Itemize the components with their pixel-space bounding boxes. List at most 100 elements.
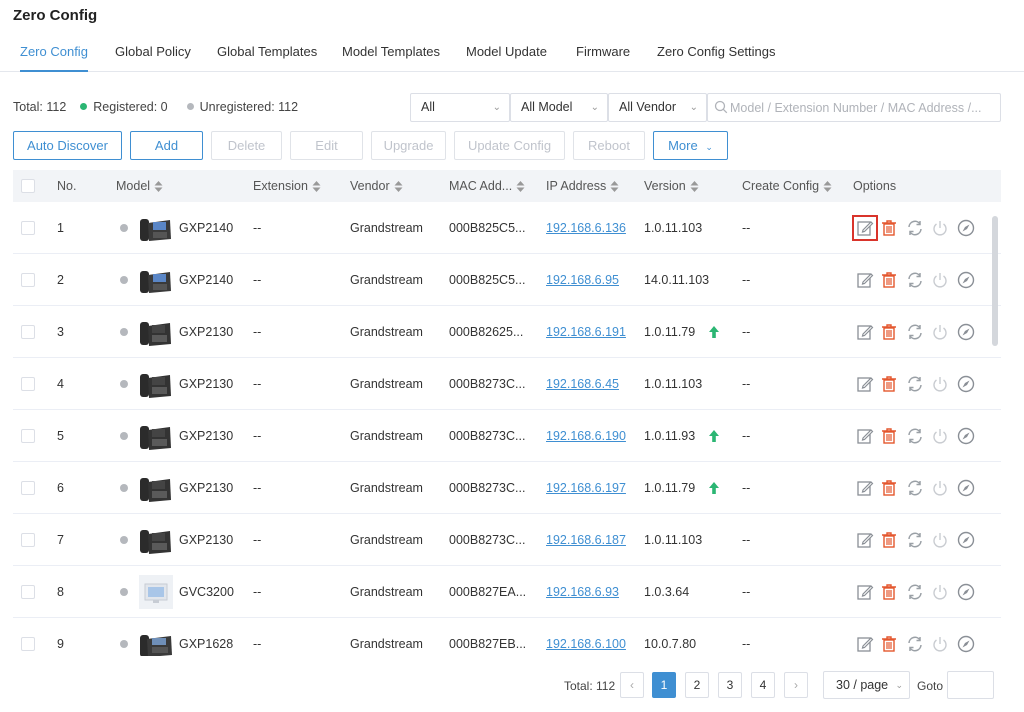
table-scrollbar[interactable] xyxy=(992,206,998,646)
delete-icon[interactable] xyxy=(879,426,899,446)
edit-icon[interactable] xyxy=(855,322,875,342)
scrollbar-thumb[interactable] xyxy=(992,216,998,346)
edit-button[interactable]: Edit xyxy=(290,131,363,160)
power-icon[interactable] xyxy=(930,634,950,654)
table-row[interactable]: 8 GVC3200 -- Grandstream 000B827EA... 192.168… xyxy=(13,566,1001,618)
delete-icon[interactable] xyxy=(879,634,899,654)
tab-global-templates[interactable]: Global Templates xyxy=(217,38,317,72)
header-ip[interactable]: IP Address xyxy=(546,170,619,202)
tab-zero-config[interactable]: Zero Config xyxy=(20,38,88,72)
row-checkbox[interactable] xyxy=(21,429,35,443)
device-ip-link[interactable]: 192.168.6.95 xyxy=(546,254,619,306)
edit-icon[interactable] xyxy=(855,478,875,498)
device-ip-link[interactable]: 192.168.6.191 xyxy=(546,306,626,358)
device-ip-link[interactable]: 192.168.6.93 xyxy=(546,566,619,618)
table-row[interactable]: 1 GXP2140 -- Grandstream 000B825C5... 192.168… xyxy=(13,202,1001,254)
edit-icon[interactable] xyxy=(855,582,875,602)
delete-icon[interactable] xyxy=(879,478,899,498)
compass-icon[interactable] xyxy=(956,634,976,654)
device-ip-link[interactable]: 192.168.6.136 xyxy=(546,202,626,254)
compass-icon[interactable] xyxy=(956,530,976,550)
refresh-icon[interactable] xyxy=(905,374,925,394)
power-icon[interactable] xyxy=(930,374,950,394)
row-checkbox[interactable] xyxy=(21,377,35,391)
refresh-icon[interactable] xyxy=(905,530,925,550)
table-row[interactable]: 9 GXP1628 -- Grandstream 000B827EB... 192.168… xyxy=(13,618,1001,656)
table-row[interactable]: 2 GXP2140 -- Grandstream 000B825C5... 192.168… xyxy=(13,254,1001,306)
row-checkbox[interactable] xyxy=(21,221,35,235)
goto-page-input[interactable] xyxy=(947,671,994,699)
more-button[interactable]: More ⌄ xyxy=(653,131,728,160)
pagination-prev-button[interactable]: ‹ xyxy=(620,672,644,698)
power-icon[interactable] xyxy=(930,218,950,238)
edit-icon[interactable] xyxy=(855,374,875,394)
compass-icon[interactable] xyxy=(956,426,976,446)
refresh-icon[interactable] xyxy=(905,426,925,446)
delete-icon[interactable] xyxy=(879,270,899,290)
pagination-page-2[interactable]: 2 xyxy=(685,672,709,698)
refresh-icon[interactable] xyxy=(905,478,925,498)
add-button[interactable]: Add xyxy=(130,131,203,160)
arrow-up-icon[interactable] xyxy=(709,326,719,341)
pagination-page-1[interactable]: 1 xyxy=(652,672,676,698)
vendor-filter-select[interactable]: All Vendor ⌄ xyxy=(608,93,707,122)
table-row[interactable]: 3 GXP2130 -- Grandstream 000B82625... 192.168… xyxy=(13,306,1001,358)
tab-model-update[interactable]: Model Update xyxy=(466,38,547,72)
edit-icon[interactable] xyxy=(855,634,875,654)
device-ip-link[interactable]: 192.168.6.45 xyxy=(546,358,619,410)
device-ip-link[interactable]: 192.168.6.190 xyxy=(546,410,626,462)
update-config-button[interactable]: Update Config xyxy=(454,131,565,160)
refresh-icon[interactable] xyxy=(905,634,925,654)
table-row[interactable]: 6 GXP2130 -- Grandstream 000B8273C... 192.168… xyxy=(13,462,1001,514)
device-ip-link[interactable]: 192.168.6.197 xyxy=(546,462,626,514)
header-model[interactable]: Model xyxy=(116,170,163,202)
power-icon[interactable] xyxy=(930,270,950,290)
status-filter-select[interactable]: All ⌄ xyxy=(410,93,510,122)
header-extension[interactable]: Extension xyxy=(253,170,321,202)
refresh-icon[interactable] xyxy=(905,322,925,342)
tab-firmware[interactable]: Firmware xyxy=(576,38,630,72)
tab-global-policy[interactable]: Global Policy xyxy=(115,38,191,72)
power-icon[interactable] xyxy=(930,478,950,498)
header-mac[interactable]: MAC Add... xyxy=(449,170,525,202)
delete-icon[interactable] xyxy=(879,218,899,238)
model-filter-select[interactable]: All Model ⌄ xyxy=(510,93,608,122)
device-ip-link[interactable]: 192.168.6.100 xyxy=(546,618,626,656)
search-input[interactable] xyxy=(730,95,998,120)
table-row[interactable]: 7 GXP2130 -- Grandstream 000B8273C... 192.168… xyxy=(13,514,1001,566)
row-checkbox[interactable] xyxy=(21,481,35,495)
edit-icon[interactable] xyxy=(852,215,878,241)
upgrade-button[interactable]: Upgrade xyxy=(371,131,446,160)
delete-icon[interactable] xyxy=(879,582,899,602)
pagination-page-3[interactable]: 3 xyxy=(718,672,742,698)
row-checkbox[interactable] xyxy=(21,637,35,651)
row-checkbox[interactable] xyxy=(21,273,35,287)
compass-icon[interactable] xyxy=(956,270,976,290)
tab-zero-config-settings[interactable]: Zero Config Settings xyxy=(657,38,776,72)
auto-discover-button[interactable]: Auto Discover xyxy=(13,131,122,160)
arrow-up-icon[interactable] xyxy=(709,482,719,497)
pagination-next-button[interactable]: › xyxy=(784,672,808,698)
compass-icon[interactable] xyxy=(956,582,976,602)
delete-icon[interactable] xyxy=(879,530,899,550)
delete-button[interactable]: Delete xyxy=(211,131,282,160)
page-size-select[interactable]: 30 / page ⌄ xyxy=(823,671,910,699)
compass-icon[interactable] xyxy=(956,322,976,342)
row-checkbox[interactable] xyxy=(21,585,35,599)
edit-icon[interactable] xyxy=(855,530,875,550)
edit-icon[interactable] xyxy=(855,270,875,290)
compass-icon[interactable] xyxy=(956,374,976,394)
power-icon[interactable] xyxy=(930,322,950,342)
delete-icon[interactable] xyxy=(879,374,899,394)
refresh-icon[interactable] xyxy=(905,270,925,290)
table-row[interactable]: 4 GXP2130 -- Grandstream 000B8273C... 192.168… xyxy=(13,358,1001,410)
row-checkbox[interactable] xyxy=(21,325,35,339)
arrow-up-icon[interactable] xyxy=(709,430,719,445)
compass-icon[interactable] xyxy=(956,218,976,238)
device-ip-link[interactable]: 192.168.6.187 xyxy=(546,514,626,566)
pagination-page-4[interactable]: 4 xyxy=(751,672,775,698)
refresh-icon[interactable] xyxy=(905,218,925,238)
reboot-button[interactable]: Reboot xyxy=(573,131,645,160)
header-vendor[interactable]: Vendor xyxy=(350,170,403,202)
power-icon[interactable] xyxy=(930,582,950,602)
